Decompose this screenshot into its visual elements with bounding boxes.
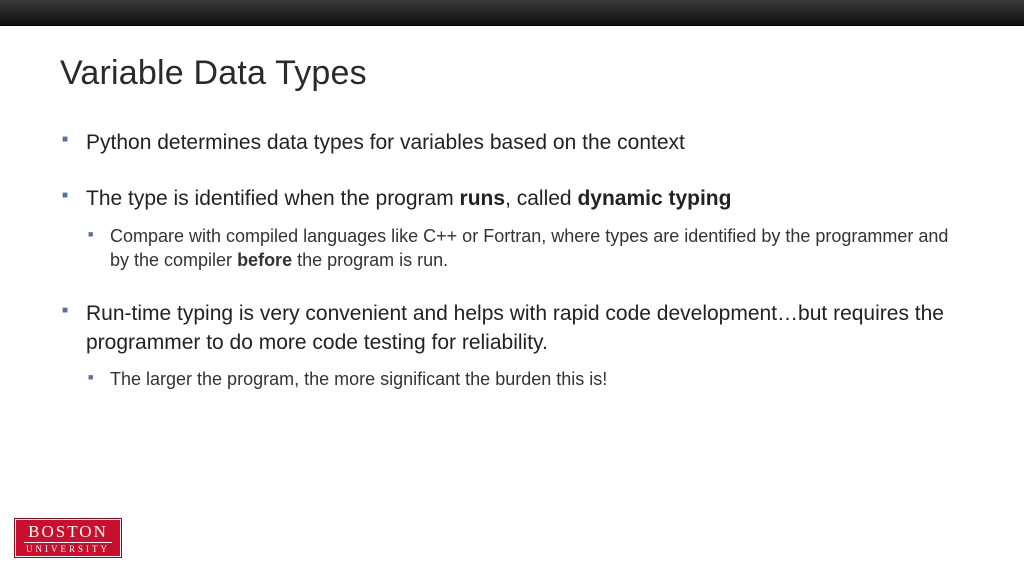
bold-text: before [237, 250, 292, 270]
sub-bullet-list: Compare with compiled languages like C++… [86, 224, 964, 273]
bullet-text: Compare with compiled languages like C++… [110, 226, 948, 270]
sub-bullet-item: The larger the program, the more signifi… [86, 367, 964, 391]
slide-body: Variable Data Types Python determines da… [0, 26, 1024, 391]
bullet-text: the program is run. [292, 250, 448, 270]
logo-line2: UNIVERSITY [26, 545, 110, 554]
bullet-text: The larger the program, the more signifi… [110, 369, 607, 389]
boston-university-logo: BOSTON UNIVERSITY [14, 518, 122, 558]
logo-line1: BOSTON [24, 523, 112, 543]
bullet-item: Run-time typing is very convenient and h… [60, 300, 964, 391]
bullet-text: The type is identified when the program [86, 187, 460, 210]
bold-text: runs [460, 187, 506, 210]
bullet-text: Python determines data types for variabl… [86, 131, 685, 154]
sub-bullet-list: The larger the program, the more signifi… [86, 367, 964, 391]
bullet-list: Python determines data types for variabl… [60, 129, 964, 391]
bullet-item: The type is identified when the program … [60, 185, 964, 272]
bullet-item: Python determines data types for variabl… [60, 129, 964, 157]
slide-title: Variable Data Types [60, 54, 964, 93]
top-bar [0, 0, 1024, 26]
bullet-text: , called [505, 187, 577, 210]
sub-bullet-item: Compare with compiled languages like C++… [86, 224, 964, 273]
bold-text: dynamic typing [577, 187, 731, 210]
bullet-text: Run-time typing is very convenient and h… [86, 302, 944, 353]
